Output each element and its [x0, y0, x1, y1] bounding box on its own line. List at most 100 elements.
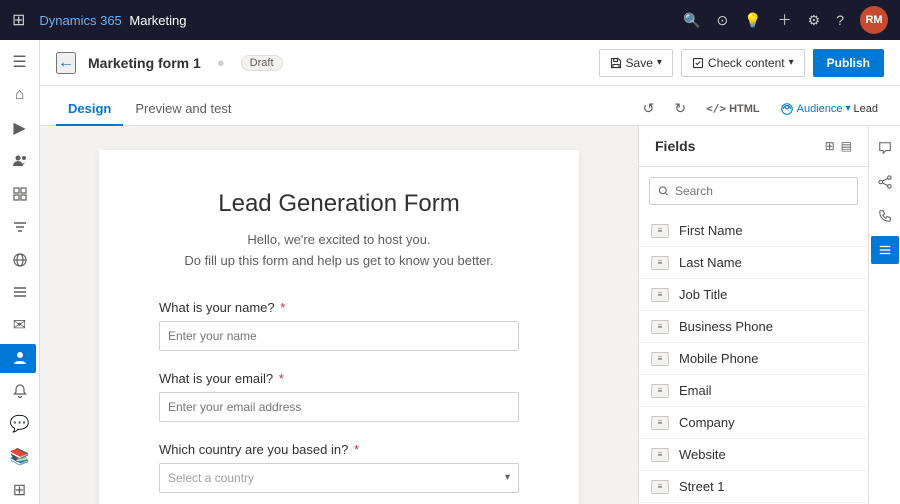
module-name: Marketing [129, 13, 186, 28]
required-indicator: * [279, 371, 284, 386]
check-content-button[interactable]: Check content ▾ [681, 49, 805, 77]
field-name: Company [679, 415, 735, 430]
undo-button[interactable]: ↺ [637, 98, 661, 119]
email-input[interactable] [159, 392, 519, 422]
sidebar-item-play[interactable]: ▶ [4, 114, 36, 143]
field-type-icon: ≡ [651, 224, 669, 238]
tab-toolbar: ↺ ↻ </> HTML Audience ▾ Lead [637, 98, 884, 125]
field-item[interactable]: ≡ Website [639, 439, 868, 471]
fields-panel: Fields ⊞ ▤ ≡ First Name ≡ [638, 126, 868, 504]
header-bar: ← Marketing form 1 ● Draft Save ▾ Check … [40, 40, 900, 86]
field-type-icon: ≡ [651, 256, 669, 270]
redo-button[interactable]: ↻ [668, 98, 692, 119]
target-icon[interactable]: ⊙ [716, 12, 728, 29]
editor-layout: Lead Generation Form Hello, we're excite… [40, 126, 900, 504]
field-item[interactable]: ≡ Street 1 [639, 471, 868, 503]
field-name: Last Name [679, 255, 742, 270]
audience-button[interactable]: Audience ▾ Lead [774, 100, 884, 118]
sidebar-item-home[interactable]: ⌂ [4, 81, 36, 110]
app-name: Dynamics 365 Marketing [33, 13, 186, 28]
fields-list: ≡ First Name ≡ Last Name ≡ Job Title ≡ B… [639, 215, 868, 504]
tabs-bar: Design Preview and test ↺ ↻ </> HTML Aud… [40, 86, 900, 126]
idea-icon[interactable]: 💡 [744, 12, 761, 29]
form-card: Lead Generation Form Hello, we're excite… [99, 150, 579, 504]
search-input[interactable] [675, 184, 849, 198]
tab-design[interactable]: Design [56, 93, 123, 126]
search-icon [658, 185, 669, 197]
html-button[interactable]: </> HTML [700, 100, 765, 117]
sidebar-item-notification[interactable] [4, 377, 36, 406]
sidebar-item-people[interactable] [4, 147, 36, 176]
add-icon[interactable]: ＋ [778, 10, 792, 30]
field-item[interactable]: ≡ Job Title [639, 279, 868, 311]
field-label-email: What is your email? * [159, 371, 519, 386]
field-item[interactable]: ≡ First Name [639, 215, 868, 247]
field-item[interactable]: ≡ Mobile Phone [639, 343, 868, 375]
save-button[interactable]: Save ▾ [599, 49, 673, 77]
fields-header-icons: ⊞ ▤ [825, 139, 852, 153]
sidebar-item-user[interactable] [0, 344, 36, 373]
status-badge: Draft [241, 55, 283, 71]
list-view-icon[interactable]: ▤ [841, 139, 852, 153]
field-type-icon: ≡ [651, 480, 669, 494]
field-name: First Name [679, 223, 743, 238]
field-group-email: What is your email? * [159, 371, 519, 422]
settings-icon[interactable]: ⚙ [808, 12, 821, 29]
search-icon[interactable]: 🔍 [683, 12, 700, 29]
top-navigation: ⊞ Dynamics 365 Marketing 🔍 ⊙ 💡 ＋ ⚙ ? RM [0, 0, 900, 40]
required-indicator: * [280, 300, 285, 315]
field-group-country: Which country are you based in? * Select… [159, 442, 519, 493]
left-sidebar: ☰ ⌂ ▶ ✉ 💬 📚 ⊞ [0, 40, 40, 504]
field-item[interactable]: ≡ Company [639, 407, 868, 439]
fields-panel-header: Fields ⊞ ▤ [639, 126, 868, 167]
field-type-icon: ≡ [651, 352, 669, 366]
sidebar-item-mail[interactable]: ✉ [4, 311, 36, 340]
field-type-icon: ≡ [651, 320, 669, 334]
field-name: Website [679, 447, 726, 462]
field-label-country: Which country are you based in? * [159, 442, 519, 457]
name-input[interactable] [159, 321, 519, 351]
field-type-icon: ≡ [651, 288, 669, 302]
sidebar-item-menu[interactable]: ☰ [4, 48, 36, 77]
sidebar-item-library[interactable]: 📚 [4, 442, 36, 471]
sidebar-item-blocks[interactable] [4, 179, 36, 208]
field-type-icon: ≡ [651, 384, 669, 398]
separator: ● [217, 55, 225, 70]
field-name: Street 1 [679, 479, 725, 494]
country-select[interactable]: Select a country ▾ [159, 463, 519, 493]
sidebar-item-globe[interactable] [4, 245, 36, 274]
phone-icon[interactable] [871, 202, 899, 230]
tab-preview[interactable]: Preview and test [123, 93, 243, 126]
app-grid-icon[interactable]: ⊞ [12, 10, 25, 30]
page-title: Marketing form 1 [88, 55, 201, 71]
search-box[interactable] [649, 177, 858, 205]
field-label-name: What is your name? * [159, 300, 519, 315]
share-icon[interactable] [871, 168, 899, 196]
field-item[interactable]: ≡ Business Phone [639, 311, 868, 343]
sidebar-item-apps[interactable]: ⊞ [4, 475, 36, 504]
sidebar-item-chat[interactable]: 💬 [4, 409, 36, 438]
field-name: Business Phone [679, 319, 773, 334]
right-panel [868, 126, 900, 504]
form-title: Lead Generation Form [159, 190, 519, 218]
top-nav-right: 🔍 ⊙ 💡 ＋ ⚙ ? RM [683, 6, 888, 34]
field-type-icon: ≡ [651, 416, 669, 430]
back-button[interactable]: ← [56, 52, 76, 74]
sidebar-item-list[interactable] [4, 278, 36, 307]
field-item[interactable]: ≡ Email [639, 375, 868, 407]
canvas-area: Lead Generation Form Hello, we're excite… [40, 126, 638, 504]
publish-button[interactable]: Publish [813, 49, 884, 77]
main-layout: ☰ ⌂ ▶ ✉ 💬 📚 ⊞ ← Marketi [0, 40, 900, 504]
comments-icon[interactable] [871, 134, 899, 162]
field-name: Email [679, 383, 712, 398]
header-actions: Save ▾ Check content ▾ Publish [599, 49, 884, 77]
fields-panel-title: Fields [655, 138, 695, 154]
grid-view-icon[interactable]: ⊞ [825, 139, 835, 153]
fields-panel-icon[interactable] [871, 236, 899, 264]
field-group-name: What is your name? * [159, 300, 519, 351]
avatar[interactable]: RM [860, 6, 888, 34]
help-icon[interactable]: ? [836, 12, 844, 28]
field-item[interactable]: ≡ Last Name [639, 247, 868, 279]
field-type-icon: ≡ [651, 448, 669, 462]
sidebar-item-filter[interactable] [4, 212, 36, 241]
